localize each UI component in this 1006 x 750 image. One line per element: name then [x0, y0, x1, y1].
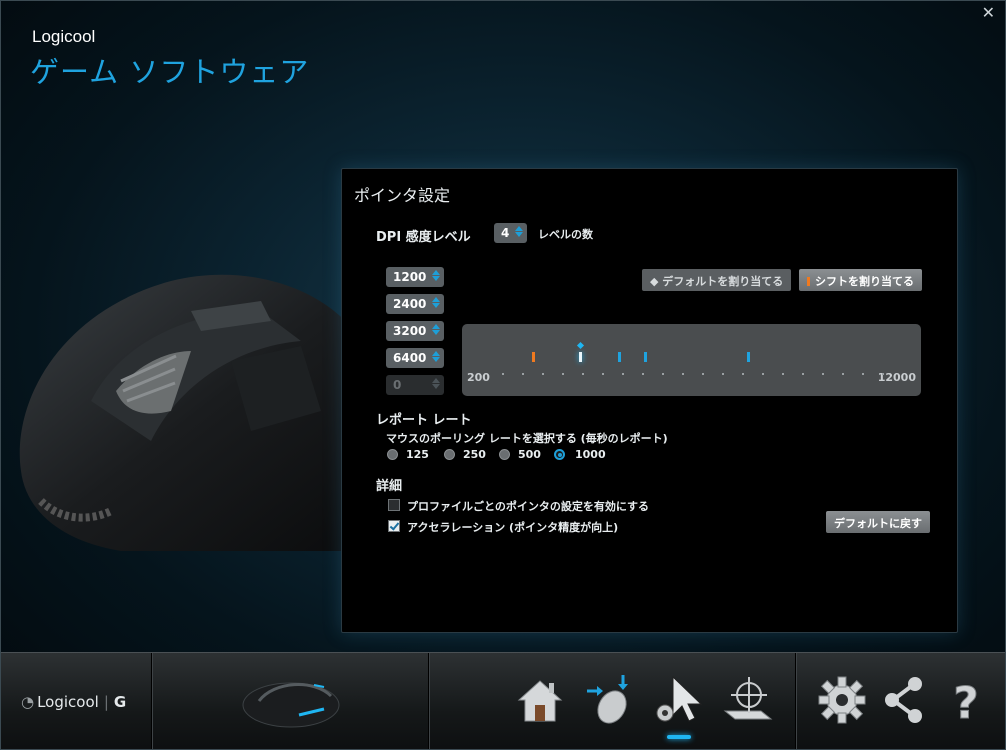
dpi-level-3-input[interactable]: 3200	[386, 321, 444, 341]
per-profile-label: プロファイルごとのポインタの設定を有効にする	[407, 500, 649, 513]
active-tab-indicator	[667, 735, 691, 739]
dpi-label: DPI 感度レベル	[376, 230, 471, 245]
footer-logo-text: Logicool	[37, 693, 99, 711]
dpi-level-marker[interactable]	[579, 352, 583, 362]
dpi-level-1-input[interactable]: 1200	[386, 267, 444, 287]
device-mouse-icon[interactable]	[239, 671, 344, 733]
home-icon[interactable]	[513, 673, 567, 727]
rate-500-label: 500	[518, 448, 541, 461]
slider-tick	[622, 373, 624, 375]
slider-tick	[502, 373, 504, 375]
slider-tick	[522, 373, 524, 375]
share-icon[interactable]	[877, 673, 931, 727]
slider-tick	[722, 373, 724, 375]
dpi-level-value: 3200	[393, 324, 427, 338]
slider-tick	[742, 373, 744, 375]
bottom-toolbar: ◔ Logicool | G ?	[1, 652, 1005, 749]
dpi-level-marker[interactable]	[617, 352, 621, 362]
dpi-level-2-input[interactable]: 2400	[386, 294, 444, 314]
shift-marker-icon	[807, 277, 810, 286]
stepper-arrows-icon[interactable]	[432, 350, 441, 366]
dpi-level-value: 6400	[393, 351, 427, 365]
slider-tick	[682, 373, 684, 375]
customize-buttons-icon[interactable]	[585, 673, 639, 727]
assign-shift-label: シフトを割り当てる	[815, 275, 914, 288]
rate-500-radio[interactable]	[499, 449, 510, 460]
dpi-slider[interactable]: 200 12000	[462, 324, 921, 396]
shift-dpi-marker[interactable]	[532, 352, 536, 362]
rate-1000-radio[interactable]	[554, 449, 565, 460]
stepper-arrows-icon[interactable]	[432, 296, 441, 312]
advanced-label: 詳細	[376, 479, 403, 494]
slider-tick	[542, 373, 544, 375]
rate-250-radio[interactable]	[444, 449, 455, 460]
dpi-level-value: 2400	[393, 297, 427, 311]
g-logo-icon: G	[113, 693, 127, 711]
acceleration-checkbox[interactable]	[388, 520, 400, 532]
slider-tick	[822, 373, 824, 375]
slider-tick	[842, 373, 844, 375]
rate-125-label: 125	[406, 448, 429, 461]
pointer-settings-panel: ポインタ設定 DPI 感度レベル 4 レベルの数 1200 2400 3200 …	[341, 168, 958, 633]
surface-tuning-icon[interactable]	[721, 673, 775, 727]
stepper-arrows-icon[interactable]	[432, 323, 441, 339]
slider-tick	[662, 373, 664, 375]
slider-tick	[582, 373, 584, 375]
rate-1000-label: 1000	[575, 448, 606, 461]
rate-250-label: 250	[463, 448, 486, 461]
slider-tick	[702, 373, 704, 375]
panel-title: ポインタ設定	[354, 186, 451, 205]
dpi-level-marker[interactable]	[643, 352, 647, 362]
slider-tick	[782, 373, 784, 375]
level-count-value: 4	[501, 226, 510, 240]
slider-tick	[762, 373, 764, 375]
footer-logo: ◔ Logicool | G	[21, 693, 127, 711]
brand-name: Logicool	[32, 27, 96, 46]
stepper-arrows-icon[interactable]	[515, 225, 524, 241]
dpi-level-value: 0	[393, 378, 402, 392]
dpi-level-5-input: 0	[386, 375, 444, 395]
dpi-slider-min: 200	[467, 371, 490, 384]
default-dpi-diamond-icon	[577, 341, 585, 350]
close-icon[interactable]: ✕	[982, 5, 995, 21]
report-rate-description: マウスのポーリング レートを選択する (毎秒のレポート)	[386, 432, 668, 445]
assign-shift-button[interactable]: シフトを割り当てる	[799, 269, 922, 291]
slider-tick	[802, 373, 804, 375]
slider-tick	[642, 373, 644, 375]
logicool-logo-icon: ◔	[21, 693, 35, 711]
dpi-level-value: 1200	[393, 270, 427, 284]
slider-tick	[562, 373, 564, 375]
slider-tick	[882, 373, 884, 375]
pointer-settings-icon[interactable]	[651, 673, 705, 727]
stepper-arrows-icon[interactable]	[432, 269, 441, 285]
rate-125-radio[interactable]	[387, 449, 398, 460]
slider-tick	[602, 373, 604, 375]
dpi-level-4-input[interactable]: 6400	[386, 348, 444, 368]
restore-default-button[interactable]: デフォルトに戻す	[826, 511, 930, 533]
mouse-illustration	[19, 274, 381, 551]
slider-tick	[862, 373, 864, 375]
help-icon[interactable]: ?	[939, 673, 993, 728]
report-rate-label: レポート レート	[376, 413, 472, 428]
per-profile-checkbox[interactable]	[388, 499, 400, 511]
svg-text:?: ?	[953, 678, 979, 727]
app-title: ゲーム ソフトウェア	[30, 55, 310, 89]
assign-default-button[interactable]: ◆ デフォルトを割り当てる	[642, 269, 792, 291]
stepper-arrows-icon	[432, 377, 441, 393]
gear-icon[interactable]	[815, 673, 869, 727]
acceleration-label: アクセラレーション (ポインタ精度が向上)	[407, 521, 619, 534]
level-count-stepper[interactable]: 4	[494, 223, 527, 243]
dpi-level-marker[interactable]	[746, 352, 750, 362]
app-window: ✕ Logicool ゲーム ソフトウェア ポインタ設定 DPI 感度レベル 4…	[0, 0, 1006, 750]
level-count-label: レベルの数	[538, 228, 593, 241]
